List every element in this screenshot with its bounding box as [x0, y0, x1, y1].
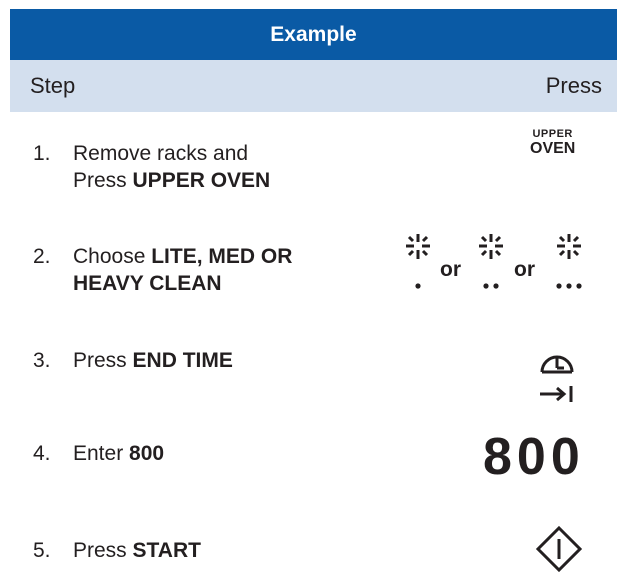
- or-label: or: [440, 258, 461, 281]
- number-800-keys: 800: [483, 428, 585, 486]
- or-label: or: [514, 258, 535, 281]
- step-number: 4.: [33, 442, 51, 465]
- clean-med-icon: [479, 234, 503, 289]
- step-column-label: Step: [30, 73, 76, 98]
- step-number: 3.: [33, 349, 51, 372]
- end-time-icon: [540, 355, 574, 402]
- header-title: Example: [270, 22, 357, 46]
- upper-oven-key: UPPER OVEN: [530, 128, 576, 157]
- step-5: 5. Press START: [33, 537, 201, 564]
- step-number: 1.: [33, 142, 51, 165]
- step-text: Press START: [73, 539, 201, 562]
- column-headers: Step Press: [10, 60, 617, 112]
- step-text: Choose LITE, MED OR HEAVY CLEAN: [73, 245, 293, 295]
- step-2: 2. Choose LITE, MED OR HEAVY CLEAN: [33, 243, 292, 297]
- press-column-label: Press: [545, 73, 602, 98]
- step-text: Remove racks and Press UPPER OVEN: [73, 142, 271, 192]
- clean-heavy-icon: [556, 234, 582, 289]
- step-number: 2.: [33, 245, 51, 268]
- step-4: 4. Enter 800: [33, 440, 164, 467]
- clean-lite-icon: [406, 234, 430, 289]
- step-text: Press END TIME: [73, 349, 233, 372]
- start-icon: [535, 526, 583, 572]
- step-text: Enter 800: [73, 442, 165, 465]
- step-1: 1. Remove racks and Press UPPER OVEN: [33, 140, 270, 194]
- table-header: Example: [10, 9, 617, 60]
- step-number: 5.: [33, 539, 51, 562]
- step-3: 3. Press END TIME: [33, 347, 233, 374]
